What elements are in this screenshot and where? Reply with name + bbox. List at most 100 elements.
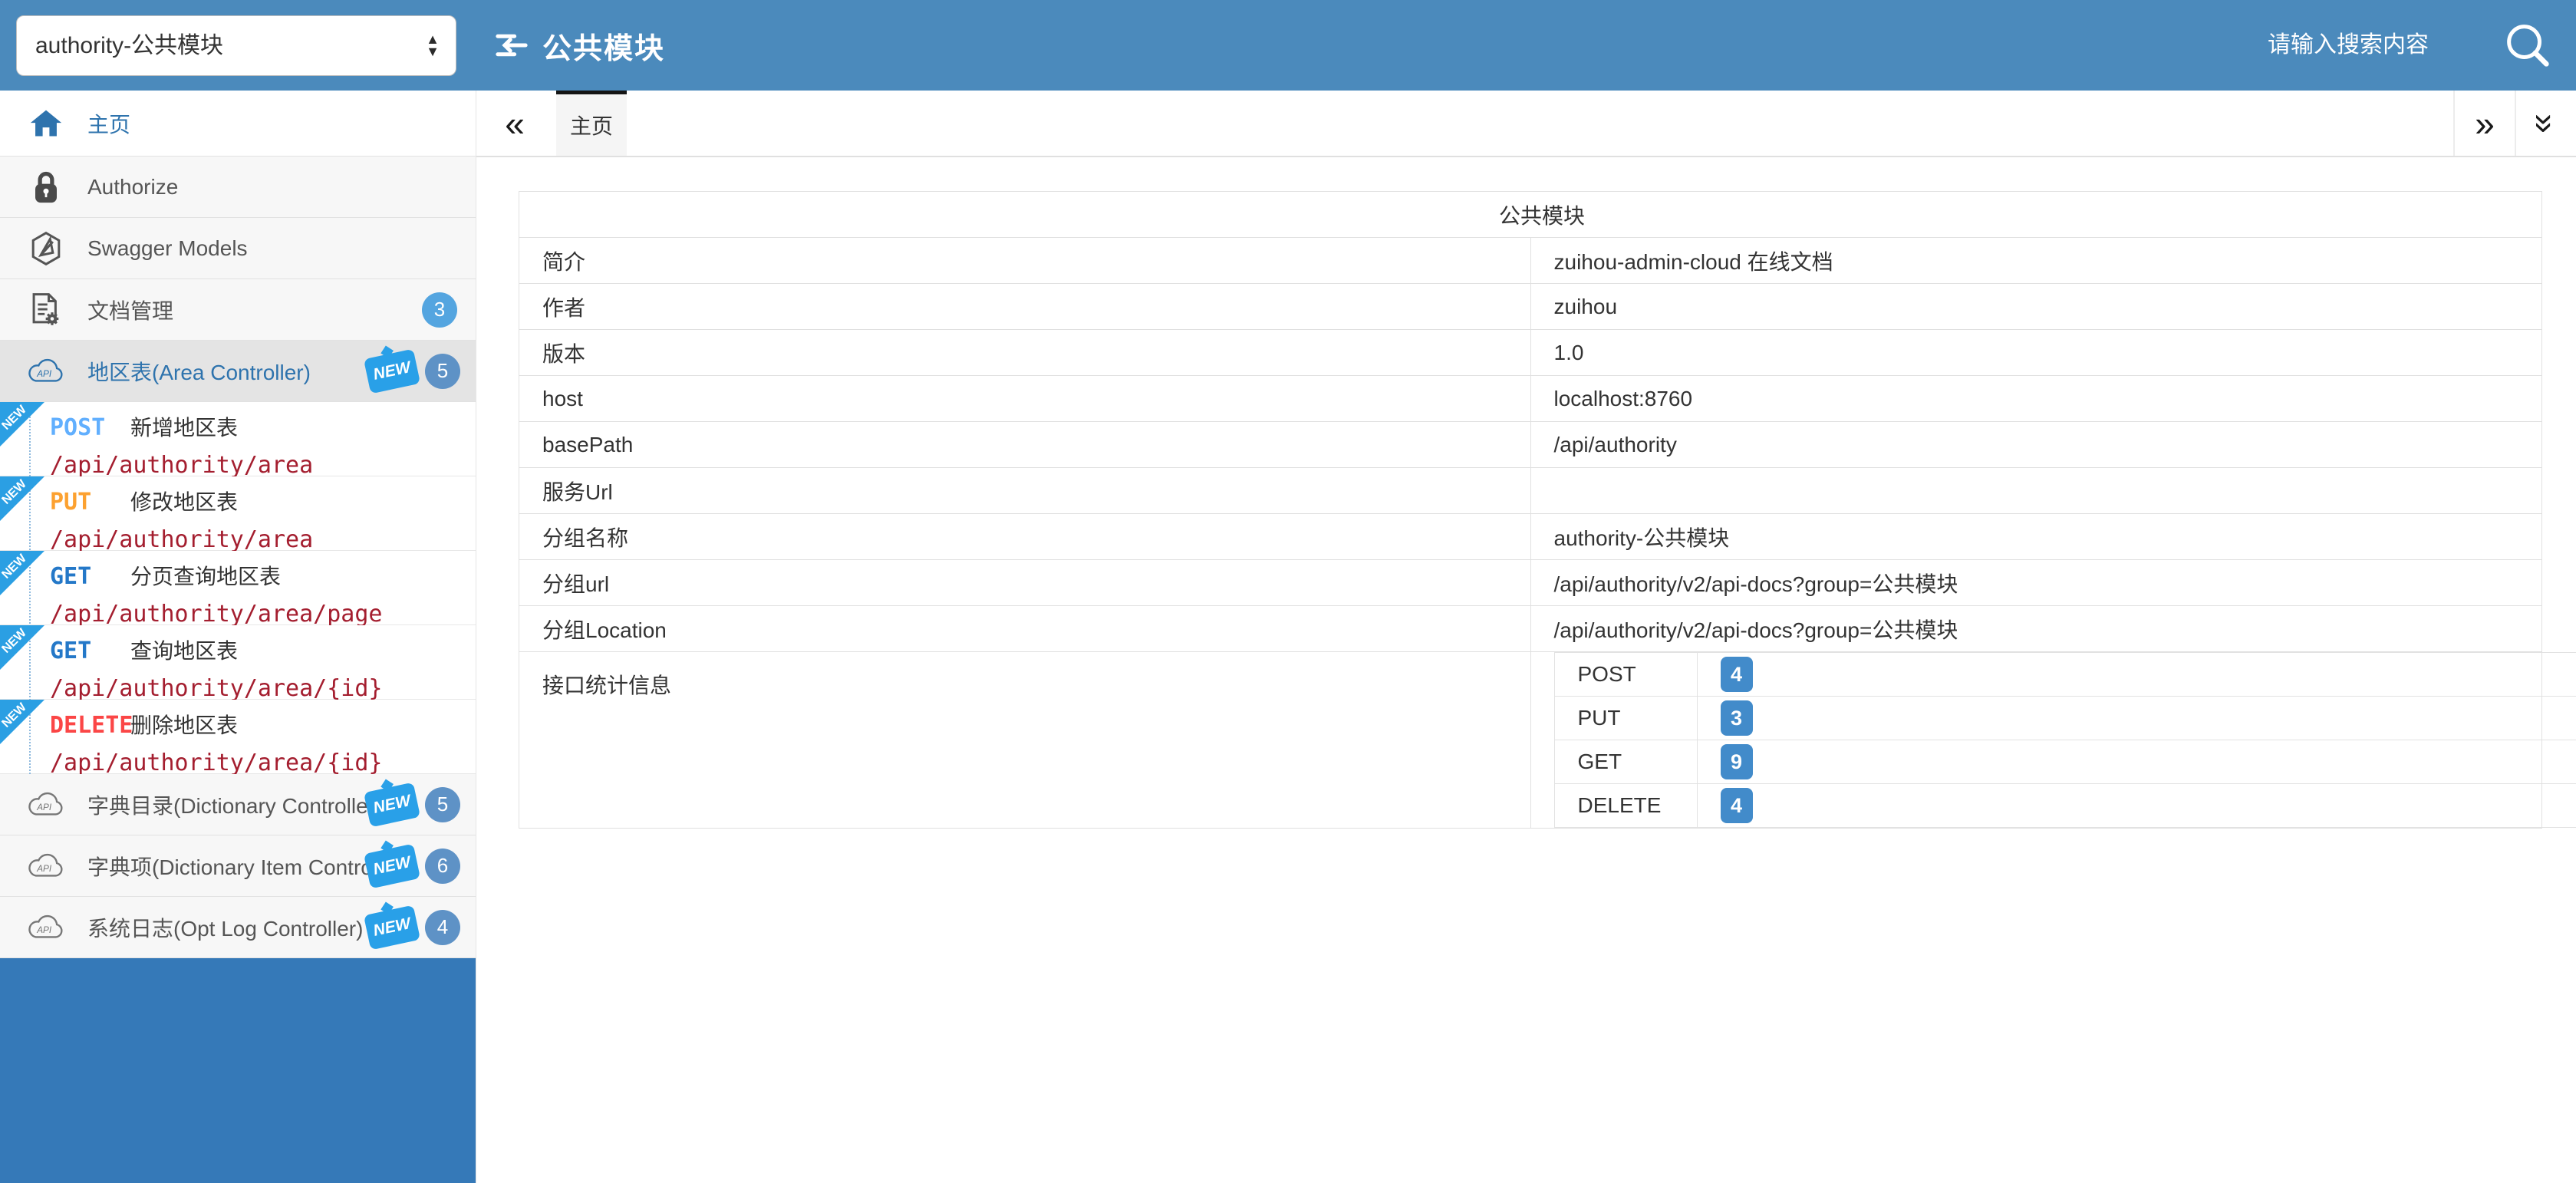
- header-title-wrap: 公共模块: [495, 25, 665, 67]
- row-label: basePath: [519, 422, 1531, 468]
- stats-row: PUT 3: [1554, 697, 2576, 740]
- doc-table-title: 公共模块: [519, 192, 2542, 238]
- stats-method: GET: [1554, 740, 1697, 784]
- api-cloud-icon: API: [26, 914, 66, 941]
- sidebar-item-doc-manage[interactable]: 文档管理 3: [0, 279, 476, 341]
- table-row: 分组url /api/authority/v2/api-docs?group=公…: [519, 560, 2542, 606]
- sidebar-item-home[interactable]: 主页: [0, 91, 476, 157]
- stats-count-badge: 3: [1721, 700, 1753, 736]
- api-method: GET: [50, 563, 130, 590]
- sidebar: 主页 Authorize: [0, 91, 476, 1183]
- stats-count-badge: 9: [1721, 744, 1753, 779]
- home-icon: [26, 107, 66, 140]
- row-value: authority-公共模块: [1530, 514, 2542, 560]
- tabs-scroll-right-button[interactable]: »: [2453, 91, 2515, 156]
- api-cloud-icon: API: [26, 358, 66, 385]
- row-value: zuihou-admin-cloud 在线文档: [1530, 238, 2542, 284]
- sidebar-item-swagger-models[interactable]: Swagger Models: [0, 218, 476, 279]
- table-row: 公共模块: [519, 192, 2542, 238]
- api-method: PUT: [50, 489, 130, 516]
- header-search: [2099, 21, 2551, 69]
- lock-icon: [26, 170, 66, 205]
- table-row: 分组Location /api/authority/v2/api-docs?gr…: [519, 606, 2542, 652]
- api-method: GET: [50, 638, 130, 664]
- method-stats-table: POST 4 PUT 3 GET 9: [1554, 652, 2576, 828]
- tab-label: 主页: [570, 110, 613, 140]
- table-row: 服务Url: [519, 468, 2542, 514]
- doc-count-badge: 3: [422, 292, 457, 328]
- table-row: host localhost:8760: [519, 376, 2542, 422]
- controller-label: 系统日志(Opt Log Controller): [87, 912, 363, 943]
- outdent-logo-icon: [495, 31, 529, 60]
- sidebar-item-opt-log-controller[interactable]: API 系统日志(Opt Log Controller) NEW 4: [0, 897, 476, 958]
- api-item-put-area[interactable]: NEW PUT 修改地区表 /api/authority/area: [0, 476, 476, 551]
- sidebar-item-authorize[interactable]: Authorize: [0, 157, 476, 218]
- row-label: 分组名称: [519, 514, 1531, 560]
- table-row: 分组名称 authority-公共模块: [519, 514, 2542, 560]
- new-corner-icon: NEW: [0, 402, 44, 447]
- api-cloud-icon: API: [26, 791, 66, 819]
- sidebar-item-label: Swagger Models: [87, 236, 248, 261]
- sidebar-item-label: 文档管理: [87, 295, 173, 325]
- row-label: 分组url: [519, 560, 1531, 606]
- sidebar-item-dictionary-controller[interactable]: API 字典目录(Dictionary Controller) NEW 5: [0, 774, 476, 835]
- row-value: [1530, 468, 2542, 514]
- api-item-get-area-page[interactable]: NEW GET 分页查询地区表 /api/authority/area/page: [0, 551, 476, 625]
- api-title: 分页查询地区表: [130, 560, 281, 591]
- api-path: /api/authority/area/page: [50, 601, 476, 628]
- row-label: 简介: [519, 238, 1531, 284]
- group-select[interactable]: authority-公共模块: [16, 15, 456, 76]
- tabs-scroll-left-button[interactable]: «: [476, 91, 553, 156]
- api-item-delete-area-id[interactable]: NEW DELETE 删除地区表 /api/authority/area/{id…: [0, 700, 476, 774]
- sidebar-item-label: Authorize: [87, 175, 178, 199]
- stats-label: 接口统计信息: [519, 652, 1531, 829]
- api-item-post-area[interactable]: NEW POST 新增地区表 /api/authority/area: [0, 402, 476, 476]
- tab-home[interactable]: 主页: [556, 91, 627, 156]
- row-label: 作者: [519, 284, 1531, 330]
- row-label: 版本: [519, 330, 1531, 376]
- stats-row: POST 4: [1554, 653, 2576, 697]
- api-path: /api/authority/area: [50, 452, 476, 479]
- search-input[interactable]: [2099, 32, 2429, 58]
- stats-row: GET 9: [1554, 740, 2576, 784]
- api-method: DELETE: [50, 712, 130, 739]
- api-item-get-area-id[interactable]: NEW GET 查询地区表 /api/authority/area/{id}: [0, 625, 476, 700]
- api-count-badge: 5: [425, 354, 460, 389]
- doc-content: 公共模块 简介 zuihou-admin-cloud 在线文档 作者 zuiho…: [476, 157, 2576, 1183]
- api-list-area-controller: NEW POST 新增地区表 /api/authority/area NEW P…: [0, 402, 476, 774]
- models-hexagon-icon: [26, 231, 66, 266]
- page-title: 公共模块: [542, 25, 665, 67]
- row-value: zuihou: [1530, 284, 2542, 330]
- new-corner-icon: NEW: [0, 476, 44, 521]
- table-row-stats: 接口统计信息 POST 4 PUT 3: [519, 652, 2542, 829]
- stats-method: POST: [1554, 653, 1697, 697]
- chevron-double-left-icon: «: [505, 103, 525, 144]
- stats-row: DELETE 4: [1554, 784, 2576, 828]
- api-path: /api/authority/area: [50, 526, 476, 553]
- new-badge: NEW: [364, 348, 420, 394]
- controller-label: 地区表(Area Controller): [87, 356, 311, 387]
- body-row: 主页 Authorize: [0, 91, 2576, 1183]
- controller-label: 字典目录(Dictionary Controller): [87, 789, 382, 820]
- api-method: POST: [50, 414, 130, 441]
- api-count-badge: 5: [425, 787, 460, 822]
- table-row: basePath /api/authority: [519, 422, 2542, 468]
- api-title: 修改地区表: [130, 486, 238, 516]
- tabs-collapse-button[interactable]: »: [2515, 91, 2576, 156]
- api-title: 查询地区表: [130, 634, 238, 665]
- swagger-doc-app: authority-公共模块 ▲▼ 公共模块: [0, 0, 2576, 1183]
- search-icon[interactable]: [2504, 21, 2551, 69]
- app-header: authority-公共模块 ▲▼ 公共模块: [0, 0, 2576, 91]
- new-corner-icon: NEW: [0, 625, 44, 670]
- group-select-wrap: authority-公共模块 ▲▼: [16, 15, 456, 76]
- chevron-double-down-icon: »: [2525, 114, 2567, 133]
- api-cloud-icon: API: [26, 852, 66, 880]
- row-value: /api/authority/v2/api-docs?group=公共模块: [1530, 606, 2542, 652]
- svg-text:API: API: [36, 924, 52, 934]
- svg-text:API: API: [36, 368, 52, 378]
- tab-bar: « 主页 » »: [476, 91, 2576, 157]
- sidebar-item-area-controller[interactable]: API 地区表(Area Controller) NEW 5: [0, 341, 476, 402]
- sidebar-item-dictionary-item-controller[interactable]: API 字典项(Dictionary Item Controller) NEW …: [0, 835, 476, 897]
- doc-info-table: 公共模块 简介 zuihou-admin-cloud 在线文档 作者 zuiho…: [519, 191, 2542, 829]
- row-value: /api/authority/v2/api-docs?group=公共模块: [1530, 560, 2542, 606]
